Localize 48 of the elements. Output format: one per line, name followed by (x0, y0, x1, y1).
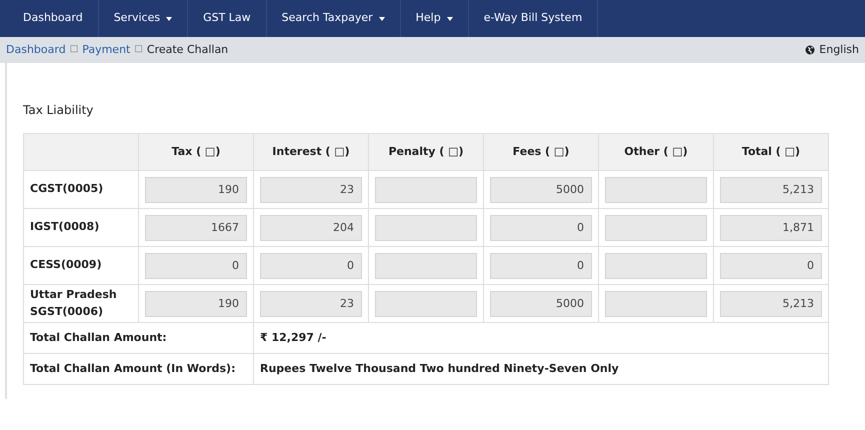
column-header: Total ( □) (742, 144, 800, 158)
amount-field[interactable] (375, 290, 477, 316)
amount-field[interactable]: 0 (260, 252, 362, 278)
amount-field[interactable] (605, 176, 707, 202)
row-label: IGST(0008) (30, 220, 100, 234)
total-value: ₹ 12,297 /- (260, 330, 326, 344)
amount-field[interactable]: 0 (720, 252, 822, 278)
amount-field[interactable]: 5,213 (720, 176, 822, 202)
section-title: Tax Liability (23, 102, 94, 119)
amount-field[interactable] (375, 176, 477, 202)
amount-field[interactable] (605, 252, 707, 278)
language-selector[interactable]: English (819, 42, 859, 58)
amount-field[interactable]: 5000 (490, 290, 592, 316)
total-label: Total Challan Amount (In Words): (30, 362, 236, 375)
amount-field[interactable] (605, 290, 707, 316)
amount-field[interactable]: 1667 (145, 214, 247, 240)
caret-icon (446, 16, 453, 20)
column-header: Interest ( □) (272, 144, 350, 158)
amount-field[interactable]: 1,871 (720, 214, 822, 240)
amount-field[interactable]: 190 (145, 290, 247, 316)
amount-field[interactable]: 23 (260, 290, 362, 316)
column-header: Other ( □) (624, 144, 688, 158)
breadcrumb-current: Create Challan (146, 42, 228, 58)
column-header: Tax ( □) (172, 144, 220, 158)
total-label: Total Challan Amount: (30, 330, 167, 344)
amount-field[interactable] (375, 214, 477, 240)
amount-field[interactable]: 0 (490, 214, 592, 240)
amount-field[interactable]: 5,213 (720, 290, 822, 316)
row-label: CESS(0009) (30, 258, 102, 272)
amount-field[interactable]: 23 (260, 176, 362, 202)
caret-icon (166, 16, 172, 20)
column-header: Penalty ( □) (388, 144, 464, 158)
breadcrumb-separator: □ (70, 43, 78, 56)
breadcrumb-link[interactable]: Payment (82, 42, 130, 58)
amount-field[interactable]: 0 (490, 252, 592, 278)
amount-field[interactable]: 204 (260, 214, 362, 240)
caret-icon (378, 16, 385, 20)
amount-field[interactable] (605, 214, 707, 240)
row-label: Uttar Pradesh SGST(0006) (30, 288, 117, 318)
breadcrumb-link[interactable]: Dashboard (6, 42, 66, 58)
total-value: Rupees Twelve Thousand Two hundred Ninety-Seven Only (260, 362, 619, 375)
amount-field[interactable] (375, 252, 477, 278)
row-label: CGST(0005) (30, 182, 104, 196)
amount-field[interactable]: 190 (145, 176, 247, 202)
amount-field[interactable]: 0 (145, 252, 247, 278)
breadcrumb-separator: □ (134, 43, 143, 56)
column-header: Fees ( □) (512, 144, 570, 158)
amount-field[interactable]: 5000 (490, 176, 592, 202)
